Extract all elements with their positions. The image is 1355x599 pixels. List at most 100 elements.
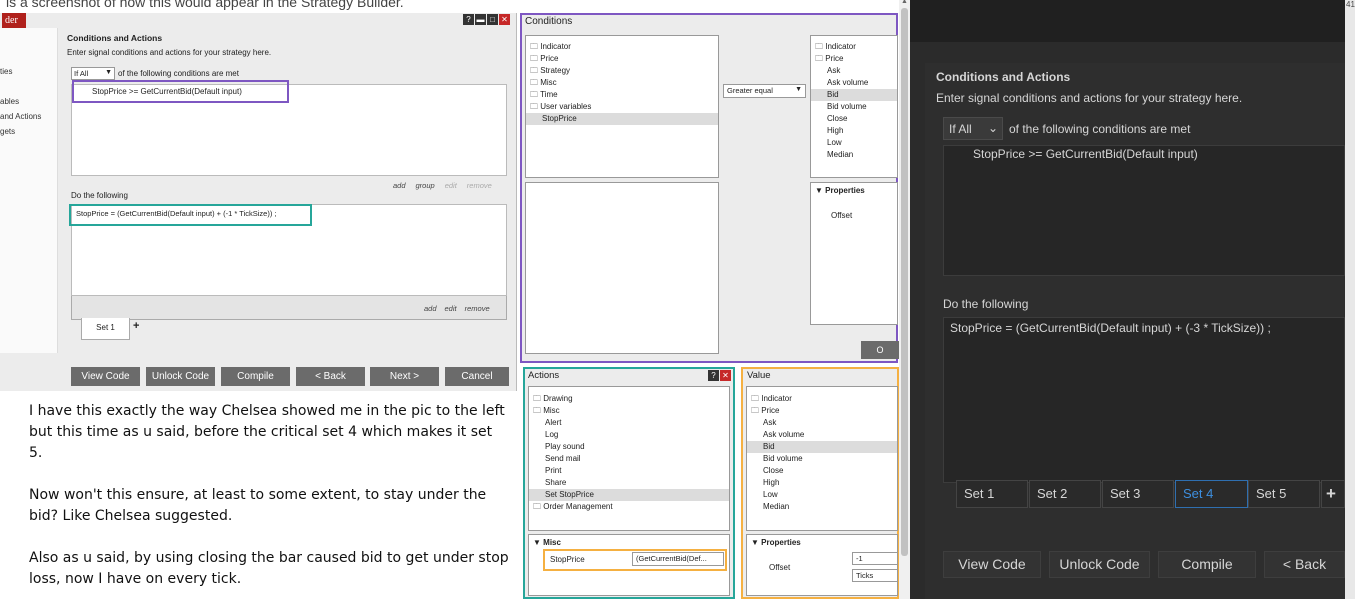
tree-item[interactable]: High [747,477,897,489]
compile-button[interactable]: Compile [221,367,290,386]
tree-item[interactable]: Order Management [529,501,729,513]
stopprice-value-field[interactable]: (GetCurrentBid(Def... [632,552,724,566]
offset-unit-field[interactable]: Ticks [852,569,898,582]
unlock-code-button[interactable]: Unlock Code [146,367,215,386]
caption-text: is a screenshot of how this would appear… [6,0,404,10]
tree-item[interactable]: Indicator [747,393,897,405]
view-code-button[interactable]: View Code [71,367,140,386]
close-icon[interactable]: ✕ [720,370,731,381]
left-operand-tree[interactable]: Indicator Price Strategy Misc Time User … [525,35,719,178]
tree-item-selected[interactable]: Bid [747,441,897,453]
right-operand-tree[interactable]: Indicator Price Ask Ask volume Bid Bid v… [810,35,898,178]
back-button[interactable]: < Back [1264,551,1345,578]
window-controls: ? ▬ □ ✕ [463,14,510,25]
add-link[interactable]: add [393,181,406,190]
tree-item[interactable]: Low [811,137,897,149]
ok-button[interactable]: O [861,341,899,359]
next-button[interactable]: Next > [370,367,439,386]
sidebar-item[interactable]: and Actions [0,109,57,124]
add-set-button[interactable]: + [133,320,139,332]
tree-item[interactable]: Ask [747,417,897,429]
dark-conditions-list[interactable] [943,145,1345,276]
tab-set-4[interactable]: Set 4 [1175,480,1248,508]
value-tree[interactable]: Indicator Price Ask Ask volume Bid Bid v… [746,386,898,531]
tree-item[interactable]: Close [747,465,897,477]
tree-item-selected[interactable]: StopPrice [526,113,718,125]
maximize-icon[interactable]: □ [487,14,498,25]
collapse-icon[interactable]: ▼ [815,186,823,195]
back-button[interactable]: < Back [296,367,365,386]
tree-item[interactable]: Low [747,489,897,501]
collapse-icon[interactable]: ▼ [751,538,759,547]
tree-item[interactable]: Share [529,477,729,489]
group-link[interactable]: group [416,181,435,190]
tree-item[interactable]: Price [811,53,897,65]
tree-item[interactable]: Bid volume [747,453,897,465]
tree-item[interactable]: Misc [526,77,718,89]
dark-action-row[interactable]: StopPrice = (GetCurrentBid(Default input… [950,321,1271,335]
remove-link[interactable]: remove [465,304,490,313]
tab-set-2[interactable]: Set 2 [1029,480,1101,508]
remove-link[interactable]: remove [467,181,492,190]
add-link[interactable]: add [424,304,437,313]
tree-item[interactable]: Print [529,465,729,477]
tree-item-selected[interactable]: Set StopPrice [529,489,729,501]
tree-item[interactable]: Ask volume [747,429,897,441]
offset-value-field[interactable]: -1 [852,552,898,565]
sidebar-item[interactable]: ables [0,94,57,109]
tab-set-1[interactable]: Set 1 [956,480,1028,508]
tree-item[interactable]: Indicator [811,41,897,53]
tree-item[interactable]: Alert [529,417,729,429]
operator-select[interactable]: Greater equal ▼ [723,84,806,98]
tree-item[interactable]: Strategy [526,65,718,77]
compile-button[interactable]: Compile [1158,551,1256,578]
if-all-select[interactable]: If All ▼ [71,67,115,80]
left-properties-panel [525,182,719,354]
tree-item[interactable]: Price [526,53,718,65]
scrollbar-thumb[interactable] [901,8,908,556]
unlock-code-button[interactable]: Unlock Code [1049,551,1150,578]
sidebar-item[interactable]: gets [0,124,57,139]
tree-item[interactable]: Drawing [529,393,729,405]
tab-set-1[interactable]: Set 1 [81,318,130,340]
action-row[interactable]: StopPrice = (GetCurrentBid(Default input… [76,209,277,218]
dark-actions-list[interactable] [943,317,1345,483]
sidebar-item[interactable] [0,79,57,94]
edit-link[interactable]: edit [445,304,457,313]
tree-item[interactable]: Log [529,429,729,441]
tree-item[interactable]: Indicator [526,41,718,53]
add-set-button[interactable]: + [1321,480,1345,508]
tab-set-5[interactable]: Set 5 [1248,480,1320,508]
tree-item[interactable]: User variables [526,101,718,113]
view-code-button[interactable]: View Code [943,551,1041,578]
edit-link[interactable]: edit [445,181,457,190]
tree-item[interactable]: Median [747,501,897,513]
tree-item[interactable]: Ask [811,65,897,77]
help-icon[interactable]: ? [463,14,474,25]
tree-item[interactable]: Price [747,405,897,417]
tab-set-3[interactable]: Set 3 [1102,480,1174,508]
cancel-button[interactable]: Cancel [445,367,509,386]
tree-item[interactable]: Bid volume [811,101,897,113]
dark-top-bar [910,0,1345,42]
sidebar-item[interactable]: ties [0,64,57,79]
tree-item-selected[interactable]: Bid [811,89,897,101]
tree-item[interactable]: Ask volume [811,77,897,89]
tree-item[interactable]: Play sound [529,441,729,453]
dark-condition-row[interactable]: StopPrice >= GetCurrentBid(Default input… [973,147,1198,161]
close-icon[interactable]: ✕ [499,14,510,25]
tree-item[interactable]: Send mail [529,453,729,465]
collapse-icon[interactable]: ▼ [533,538,541,547]
tree-item[interactable]: Misc [529,405,729,417]
scroll-up-icon[interactable]: ▲ [901,0,908,5]
minimize-icon[interactable]: ▬ [475,14,486,25]
tree-item[interactable]: Time [526,89,718,101]
tree-item[interactable]: Median [811,149,897,161]
dark-if-all-select[interactable]: If All ⌄ [943,117,1003,140]
actions-tree[interactable]: Drawing Misc Alert Log Play sound Send m… [528,386,730,531]
tree-item[interactable]: High [811,125,897,137]
paragraph: Also as u said, by using closing the bar… [29,550,509,587]
help-icon[interactable]: ? [708,370,719,381]
tree-item[interactable]: Close [811,113,897,125]
condition-row[interactable]: StopPrice >= GetCurrentBid(Default input… [92,87,242,96]
